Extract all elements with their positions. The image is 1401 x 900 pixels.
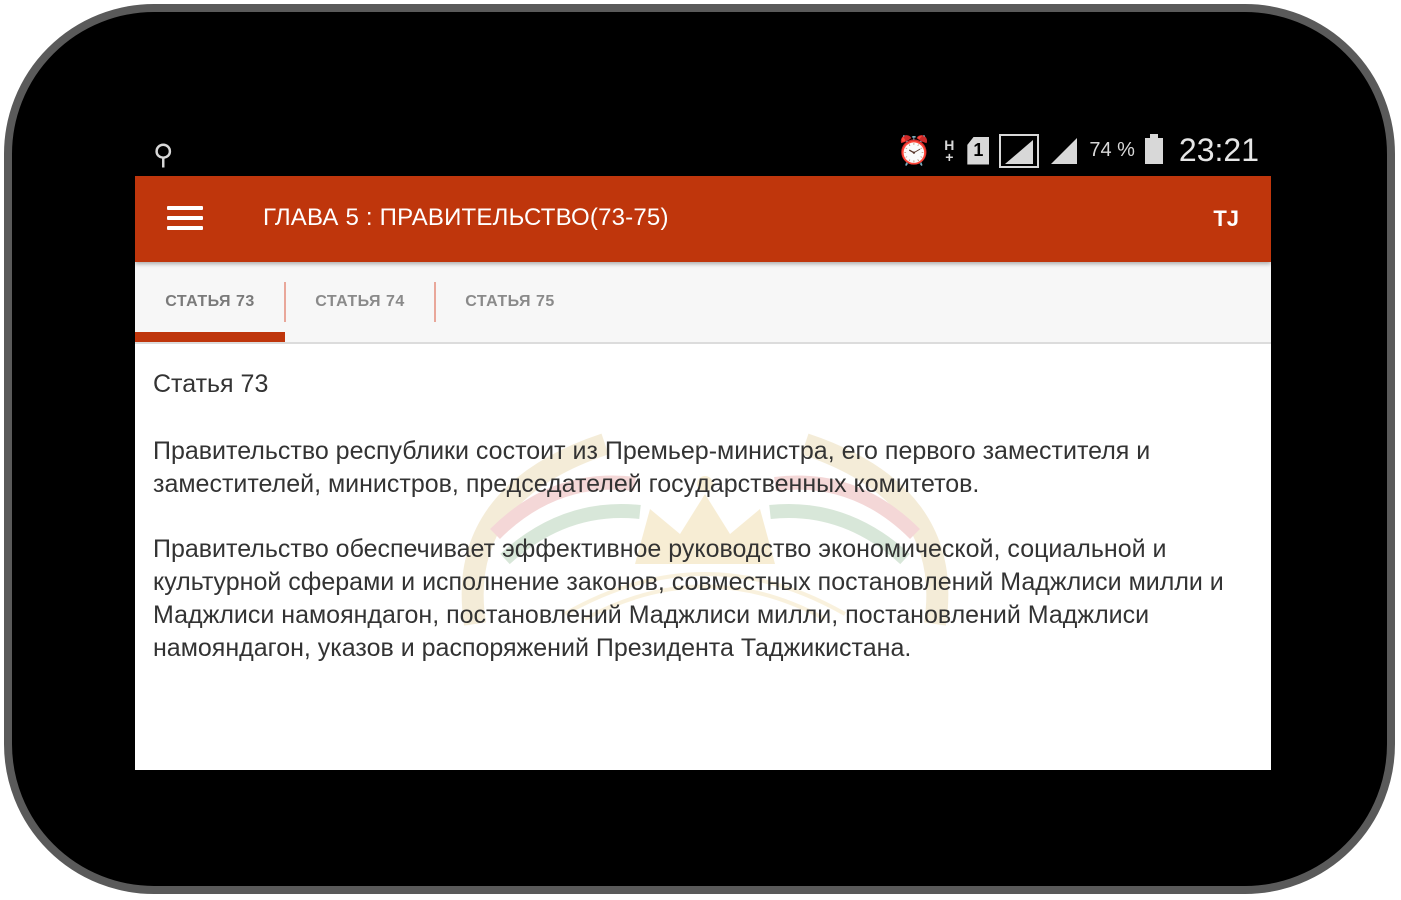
- article-content[interactable]: Статья 73 Правительство республики состо…: [135, 344, 1271, 770]
- battery-percent: 74 %: [1089, 139, 1135, 161]
- signal-icon-boxed: [999, 133, 1040, 168]
- menu-icon[interactable]: [167, 206, 203, 232]
- network-type-icon: H +: [944, 136, 955, 165]
- usb-icon: ⚲: [153, 138, 174, 171]
- signal-icon: [1049, 133, 1079, 169]
- sim-icon: 1: [967, 136, 990, 165]
- article-paragraph: Правительство республики состоит из Прем…: [153, 437, 1151, 498]
- app-bar: ГЛАВА 5 : ПРАВИТЕЛЬСТВО(73-75) TJ: [135, 176, 1271, 262]
- app-screen: ГЛАВА 5 : ПРАВИТЕЛЬСТВО(73-75) TJ СТАТЬЯ…: [135, 176, 1271, 770]
- article-heading: Статья 73: [153, 370, 269, 398]
- tab-bar: СТАТЬЯ 73 СТАТЬЯ 74 СТАТЬЯ 75: [135, 262, 1271, 344]
- active-tab-indicator: [135, 332, 285, 342]
- article-paragraph: Правительство обеспечивает эффективное р…: [153, 535, 1224, 662]
- tab-article-73[interactable]: СТАТЬЯ 73: [135, 262, 285, 342]
- tab-article-75[interactable]: СТАТЬЯ 75: [435, 262, 585, 342]
- status-icons: ⏰ H + 1 74 % 23:21: [896, 132, 1259, 169]
- article-body: Статья 73 Правительство республики состо…: [135, 344, 1271, 665]
- tab-article-74[interactable]: СТАТЬЯ 74: [285, 262, 435, 342]
- language-button[interactable]: TJ: [1213, 206, 1239, 232]
- alarm-icon: ⏰: [896, 134, 932, 167]
- battery-icon: [1144, 133, 1163, 164]
- status-clock: 23:21: [1178, 132, 1259, 168]
- page-title: ГЛАВА 5 : ПРАВИТЕЛЬСТВО(73-75): [263, 204, 669, 231]
- status-bar: ⚲ ⏰ H + 1 74 % 23:21: [135, 128, 1271, 176]
